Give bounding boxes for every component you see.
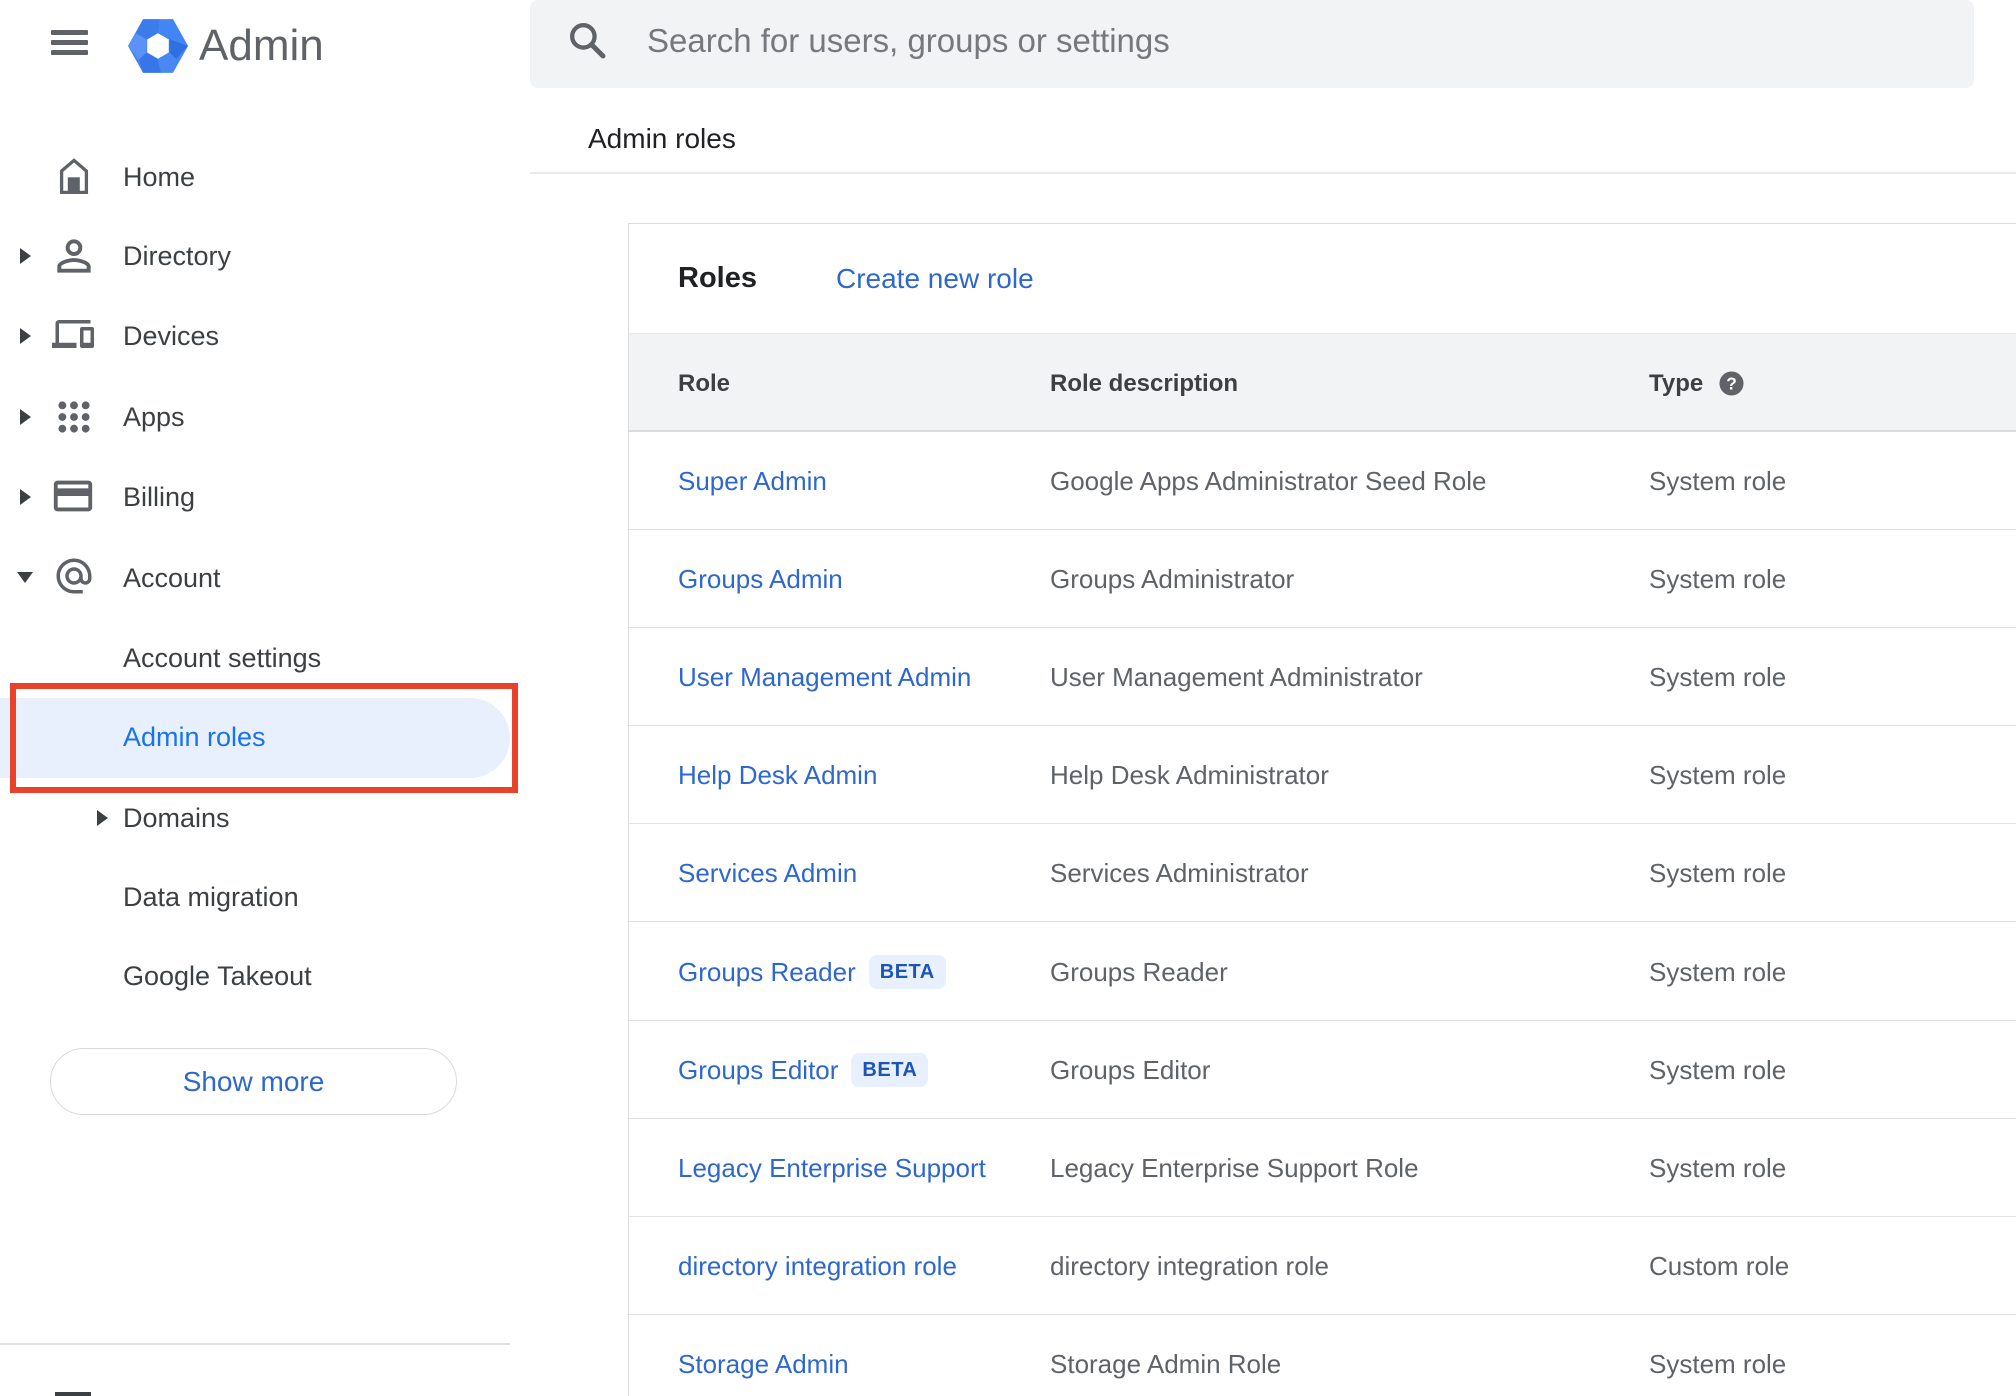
svg-text:?: ? <box>1726 373 1737 393</box>
